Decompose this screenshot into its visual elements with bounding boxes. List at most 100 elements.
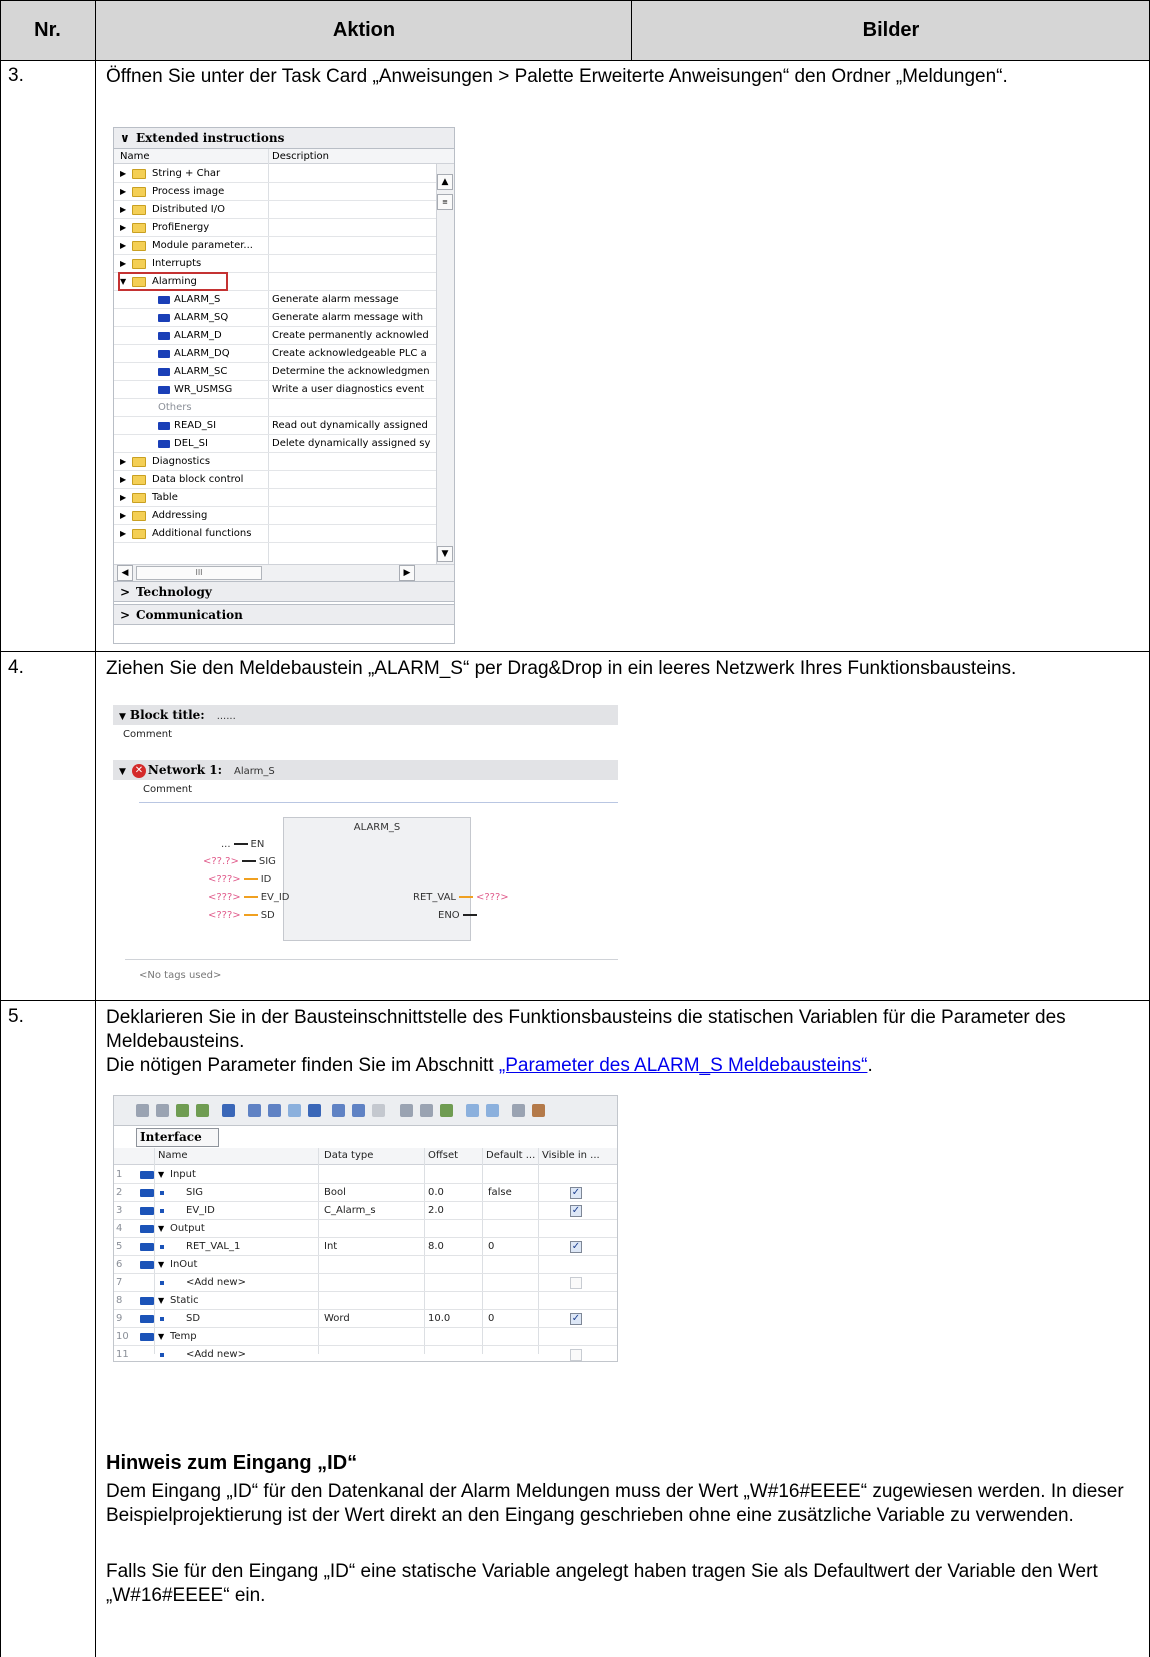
- param-name[interactable]: Output: [170, 1220, 205, 1238]
- toolbar-icon[interactable]: [268, 1104, 281, 1117]
- folder-row[interactable]: ▶ Data block control: [114, 470, 436, 489]
- pin-sd[interactable]: <???> SD: [208, 907, 275, 924]
- column-description: Description: [272, 151, 329, 162]
- pin-ret-val[interactable]: RET_VAL <???>: [413, 889, 509, 906]
- table-row[interactable]: 8 ▼ Static: [114, 1292, 617, 1310]
- visible-checkbox[interactable]: ✓: [570, 1277, 582, 1289]
- visible-checkbox[interactable]: ✓: [570, 1205, 582, 1217]
- pin-eno[interactable]: ENO: [438, 907, 480, 924]
- param-name[interactable]: <Add new>: [186, 1346, 246, 1361]
- instruction-row[interactable]: ALARM_DQ Create acknowledgeable PLC a: [114, 344, 436, 363]
- collapse-triangle-icon[interactable]: ▼: [158, 1292, 164, 1310]
- folder-row[interactable]: ▶ Distributed I/O: [114, 200, 436, 219]
- toolbar-icon[interactable]: [176, 1104, 189, 1117]
- block-comment[interactable]: Comment: [123, 729, 172, 740]
- folder-row[interactable]: ▶ Process image: [114, 182, 436, 201]
- table-row[interactable]: 3 EV_ID C_Alarm_s 2.0 ✓: [114, 1202, 617, 1220]
- toolbar-icon[interactable]: [196, 1104, 209, 1117]
- visible-checkbox[interactable]: ✓: [570, 1241, 582, 1253]
- toolbar-icon[interactable]: [532, 1104, 545, 1117]
- technology-section[interactable]: > Technology: [114, 581, 454, 602]
- folder-row[interactable]: ▶ Additional functions: [114, 524, 436, 543]
- parameter-section-link[interactable]: „Parameter des ALARM_S Meldebausteins“: [499, 1055, 868, 1076]
- instruction-row[interactable]: ALARM_SC Determine the acknowledgmen: [114, 362, 436, 381]
- param-name[interactable]: Temp: [170, 1328, 197, 1346]
- instruction-row[interactable]: ALARM_SQ Generate alarm message with: [114, 308, 436, 327]
- table-row[interactable]: 11 <Add new> ✓: [114, 1346, 617, 1361]
- scroll-right-icon[interactable]: ▶: [399, 565, 415, 581]
- scroll-down-icon[interactable]: ▼: [437, 546, 453, 562]
- row-number: 8: [116, 1295, 123, 1306]
- table-row[interactable]: 5 RET_VAL_1 Int 8.0 0 ✓: [114, 1238, 617, 1256]
- table-row[interactable]: 7 <Add new> ✓: [114, 1274, 617, 1292]
- table-row[interactable]: 1 ▼ Input: [114, 1166, 617, 1184]
- instruction-row[interactable]: ALARM_S Generate alarm message: [114, 290, 436, 309]
- instruction-row[interactable]: WR_USMSG Write a user diagnostics event: [114, 380, 436, 399]
- table-row[interactable]: 4 ▼ Output: [114, 1220, 617, 1238]
- pin-ev-id[interactable]: <???> EV_ID: [208, 889, 290, 906]
- toolbar-icon[interactable]: [440, 1104, 453, 1117]
- folder-row[interactable]: ▶ Interrupts: [114, 254, 436, 273]
- folder-row[interactable]: ▶ ProfiEnergy: [114, 218, 436, 237]
- table-row[interactable]: 9 SD Word 10.0 0 ✓: [114, 1310, 617, 1328]
- param-name[interactable]: <Add new>: [186, 1274, 246, 1292]
- toolbar-icon[interactable]: [332, 1104, 345, 1117]
- interface-tab[interactable]: Interface: [136, 1128, 219, 1147]
- toolbar-icon[interactable]: [136, 1104, 149, 1117]
- folder-row[interactable]: ▶ String + Char: [114, 164, 436, 183]
- scroll-thumb[interactable]: III: [136, 566, 262, 580]
- network-title-bar[interactable]: ▼ ✕ Network 1: Alarm_S: [113, 760, 618, 780]
- instruction-row[interactable]: DEL_SI Delete dynamically assigned sy: [114, 434, 436, 453]
- pin-id[interactable]: <???> ID: [208, 871, 271, 888]
- collapse-triangle-icon[interactable]: ▼: [158, 1328, 164, 1346]
- param-name[interactable]: Static: [170, 1292, 199, 1310]
- pin-sig[interactable]: <??.?> SIG: [203, 853, 276, 870]
- param-name[interactable]: RET_VAL_1: [186, 1238, 240, 1256]
- horizontal-scrollbar[interactable]: ◀ III ▶: [114, 564, 454, 581]
- collapse-triangle-icon[interactable]: ▼: [158, 1220, 164, 1238]
- scroll-left-icon[interactable]: ◀: [117, 565, 133, 581]
- toolbar-icon[interactable]: [420, 1104, 433, 1117]
- param-name[interactable]: InOut: [170, 1256, 197, 1274]
- toolbar-icon[interactable]: [512, 1104, 525, 1117]
- table-row[interactable]: 2 SIG Bool 0.0 false ✓: [114, 1184, 617, 1202]
- toolbar-icon[interactable]: [222, 1104, 235, 1117]
- communication-section[interactable]: > Communication: [114, 604, 454, 625]
- param-name[interactable]: Input: [170, 1166, 196, 1184]
- param-name[interactable]: SD: [186, 1310, 200, 1328]
- scroll-up-icon[interactable]: ▲: [437, 174, 453, 190]
- toolbar-icon[interactable]: [308, 1104, 321, 1117]
- visible-checkbox[interactable]: ✓: [570, 1349, 582, 1361]
- toolbar-icon[interactable]: [156, 1104, 169, 1117]
- instruction-row[interactable]: ALARM_D Create permanently acknowled: [114, 326, 436, 345]
- toolbar-icon[interactable]: [400, 1104, 413, 1117]
- toolbar-icon[interactable]: [248, 1104, 261, 1117]
- instruction-row[interactable]: READ_SI Read out dynamically assigned: [114, 416, 436, 435]
- folder-row[interactable]: ▶ Addressing: [114, 506, 436, 525]
- param-name[interactable]: EV_ID: [186, 1202, 215, 1220]
- toolbar-icon[interactable]: [288, 1104, 301, 1117]
- vertical-scrollbar[interactable]: ▲ ≡ ▼: [436, 164, 454, 564]
- toolbar-icon[interactable]: [466, 1104, 479, 1117]
- block-title-bar[interactable]: ▼ Block title:......: [113, 705, 618, 725]
- table-row[interactable]: 6 ▼ InOut: [114, 1256, 617, 1274]
- block-icon: [158, 314, 170, 322]
- scroll-thumb[interactable]: ≡: [437, 194, 453, 210]
- table-row[interactable]: 10 ▼ Temp: [114, 1328, 617, 1346]
- folder-row[interactable]: ▶ Module parameter...: [114, 236, 436, 255]
- toolbar-icon[interactable]: [372, 1104, 385, 1117]
- network-comment[interactable]: Comment: [143, 784, 192, 795]
- collapse-triangle-icon[interactable]: ▼: [158, 1256, 164, 1274]
- visible-checkbox[interactable]: ✓: [570, 1187, 582, 1199]
- collapse-triangle-icon[interactable]: ▼: [158, 1166, 164, 1184]
- folder-row[interactable]: ▶ Diagnostics: [114, 452, 436, 471]
- param-name[interactable]: SIG: [186, 1184, 203, 1202]
- panel-header[interactable]: ∨ Extended instructions: [114, 128, 454, 149]
- toolbar-icon[interactable]: [352, 1104, 365, 1117]
- toolbar-icon[interactable]: [486, 1104, 499, 1117]
- folder-row-alarming[interactable]: ▼ Alarming: [114, 272, 436, 291]
- visible-checkbox[interactable]: ✓: [570, 1313, 582, 1325]
- pin-en[interactable]: ... EN: [221, 836, 264, 853]
- block-icon: [158, 440, 170, 448]
- folder-row[interactable]: ▶ Table: [114, 488, 436, 507]
